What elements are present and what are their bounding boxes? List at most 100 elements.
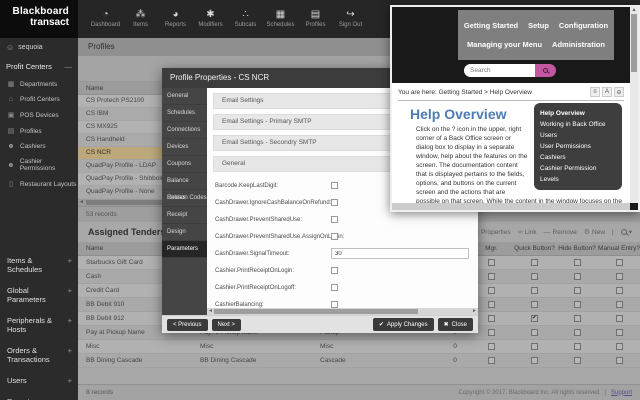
tab-balance-entries[interactable]: Balance Entries: [162, 173, 207, 201]
help-nav-administration[interactable]: Administration: [552, 40, 605, 49]
help-nav-managing-menu[interactable]: Managing your Menu: [467, 40, 542, 49]
tab-design[interactable]: Design: [162, 224, 207, 241]
quick-button-checkbox-checked[interactable]: ✔: [531, 315, 538, 322]
nav-subcats[interactable]: ∴ Subcats: [228, 0, 263, 38]
nav-profiles[interactable]: ▤ Profiles: [298, 0, 333, 38]
checkbox[interactable]: [331, 233, 338, 240]
mgr-approval-checkbox[interactable]: [488, 315, 495, 322]
help-nav-configuration[interactable]: Configuration: [559, 21, 608, 30]
manual-entry-checkbox[interactable]: [615, 273, 623, 280]
remove-button[interactable]: — Remove: [544, 229, 577, 236]
nav-dashboard[interactable]: ◔ Dashboard: [88, 0, 123, 38]
topic-help-overview[interactable]: Help Overview: [540, 108, 616, 119]
topic-cashiers[interactable]: Cashiers: [540, 152, 616, 163]
tab-reason-codes[interactable]: Reason Codes: [162, 190, 207, 207]
link-button[interactable]: ∞ Link: [518, 229, 537, 236]
mgr-approval-checkbox[interactable]: [488, 287, 495, 294]
support-link[interactable]: Support: [611, 390, 632, 396]
sidebar-group-profit-centers[interactable]: Profit Centers —: [0, 56, 78, 76]
font-size-icon[interactable]: A: [602, 87, 612, 97]
nav-reports[interactable]: ◕ Reports: [158, 0, 193, 38]
manual-entry-checkbox[interactable]: [615, 315, 623, 322]
manual-entry-checkbox[interactable]: [615, 259, 623, 266]
tab-general[interactable]: General: [162, 88, 207, 105]
scrollbar-thumb[interactable]: [631, 14, 637, 72]
sidebar-section-reports[interactable]: Reports +: [0, 391, 78, 400]
quick-button-checkbox[interactable]: [531, 329, 538, 336]
checkbox[interactable]: [331, 199, 338, 206]
quick-button-checkbox[interactable]: [531, 273, 538, 280]
help-search-button[interactable]: [535, 64, 556, 77]
tender-row[interactable]: BB Dining Cascade BB Dining Cascade Casc…: [78, 354, 640, 368]
next-button[interactable]: Next >: [211, 318, 242, 331]
sidebar-item-restaurant-layouts[interactable]: ▯ Restaurant Layouts: [0, 176, 78, 192]
manual-entry-checkbox[interactable]: [615, 301, 623, 308]
nav-schedules[interactable]: ▦ Schedules: [263, 0, 298, 38]
mgr-approval-checkbox[interactable]: [488, 357, 495, 364]
hide-button-checkbox[interactable]: [573, 343, 581, 350]
scrollbar-thumb[interactable]: [214, 309, 418, 314]
checkbox[interactable]: [331, 216, 338, 223]
sidebar-item-profiles[interactable]: ▤ Profiles: [0, 123, 78, 139]
print-icon[interactable]: ⊖: [614, 87, 624, 97]
hide-button-checkbox[interactable]: [573, 301, 581, 308]
sidebar-item-cashiers[interactable]: ☻ Cashiers: [0, 139, 78, 154]
sidebar-item-pos-devices[interactable]: ▣ POS Devices: [0, 107, 78, 123]
sidebar-section-global-parameters[interactable]: Global Parameters +: [0, 280, 78, 310]
signal-timeout-input[interactable]: [331, 248, 469, 259]
checkbox[interactable]: [331, 182, 338, 189]
manual-entry-checkbox[interactable]: [615, 343, 623, 350]
topic-working-in-back-office[interactable]: Working in Back Office: [540, 119, 616, 130]
quick-button-checkbox[interactable]: [531, 357, 538, 364]
quick-button-checkbox[interactable]: [531, 301, 538, 308]
hide-button-checkbox[interactable]: [573, 315, 581, 322]
hide-button-checkbox[interactable]: [573, 329, 581, 336]
sidebar-item-profit-centers[interactable]: ⌂ Profit Centers: [0, 92, 78, 107]
tab-parameters[interactable]: Parameters: [162, 241, 207, 258]
tab-schedules[interactable]: Schedules: [162, 105, 207, 122]
tender-row[interactable]: Misc Misc Misc 0: [78, 340, 640, 354]
checkbox[interactable]: [331, 301, 338, 308]
scroll-up-icon[interactable]: ▲: [630, 7, 638, 13]
previous-button[interactable]: < Previous: [167, 318, 208, 331]
scroll-right-icon[interactable]: ►: [472, 308, 477, 315]
topic-users[interactable]: Users: [540, 130, 616, 141]
apply-changes-button[interactable]: ✔ Apply Changes: [372, 318, 434, 331]
mgr-approval-checkbox[interactable]: [488, 343, 495, 350]
modal-horizontal-scrollbar[interactable]: ◄ ►: [207, 308, 478, 315]
tab-coupons[interactable]: Coupons: [162, 156, 207, 173]
hide-button-checkbox[interactable]: [573, 259, 581, 266]
mgr-approval-checkbox[interactable]: [488, 273, 495, 280]
sidebar-section-peripherals-hosts[interactable]: Peripherals & Hosts +: [0, 310, 78, 340]
help-vertical-scrollbar[interactable]: ▲: [630, 7, 638, 203]
manual-entry-checkbox[interactable]: [615, 357, 623, 364]
mgr-approval-checkbox[interactable]: [488, 301, 495, 308]
nav-items[interactable]: ⁂ Items: [123, 0, 158, 38]
manual-entry-checkbox[interactable]: [615, 329, 623, 336]
table-search-button[interactable]: ▾: [620, 228, 632, 236]
help-nav-setup[interactable]: Setup: [528, 21, 549, 30]
hide-button-checkbox[interactable]: [573, 273, 581, 280]
topic-user-permissions[interactable]: User Permissions: [540, 141, 616, 152]
quick-button-checkbox[interactable]: [531, 287, 538, 294]
sidebar-section-orders-transactions[interactable]: Orders & Transactions +: [0, 340, 78, 370]
sidebar-item-departments[interactable]: ▦ Departments: [0, 76, 78, 92]
close-button[interactable]: ✖ Close: [437, 318, 473, 331]
sidebar-section-items-schedules[interactable]: Items & Schedules +: [0, 250, 78, 280]
sidebar-section-users[interactable]: Users +: [0, 370, 78, 391]
quick-button-checkbox[interactable]: [531, 259, 538, 266]
scroll-left-icon[interactable]: ◄: [208, 308, 213, 315]
toc-icon[interactable]: ≡: [590, 87, 600, 97]
tab-connections[interactable]: Connections: [162, 122, 207, 139]
help-search-input[interactable]: [464, 64, 535, 77]
checkbox[interactable]: [331, 284, 338, 291]
topic-cashier-permission-levels[interactable]: Cashier Permission Levels: [540, 163, 616, 185]
tab-receipt[interactable]: Receipt: [162, 207, 207, 224]
scroll-left-icon[interactable]: ◄: [79, 199, 84, 206]
tab-devices[interactable]: Devices: [162, 139, 207, 156]
hide-button-checkbox[interactable]: [573, 287, 581, 294]
nav-sign-out[interactable]: ↪ Sign Out: [333, 0, 368, 38]
new-button[interactable]: ⚙ New: [584, 228, 605, 237]
manual-entry-checkbox[interactable]: [615, 287, 623, 294]
hide-button-checkbox[interactable]: [573, 357, 581, 364]
